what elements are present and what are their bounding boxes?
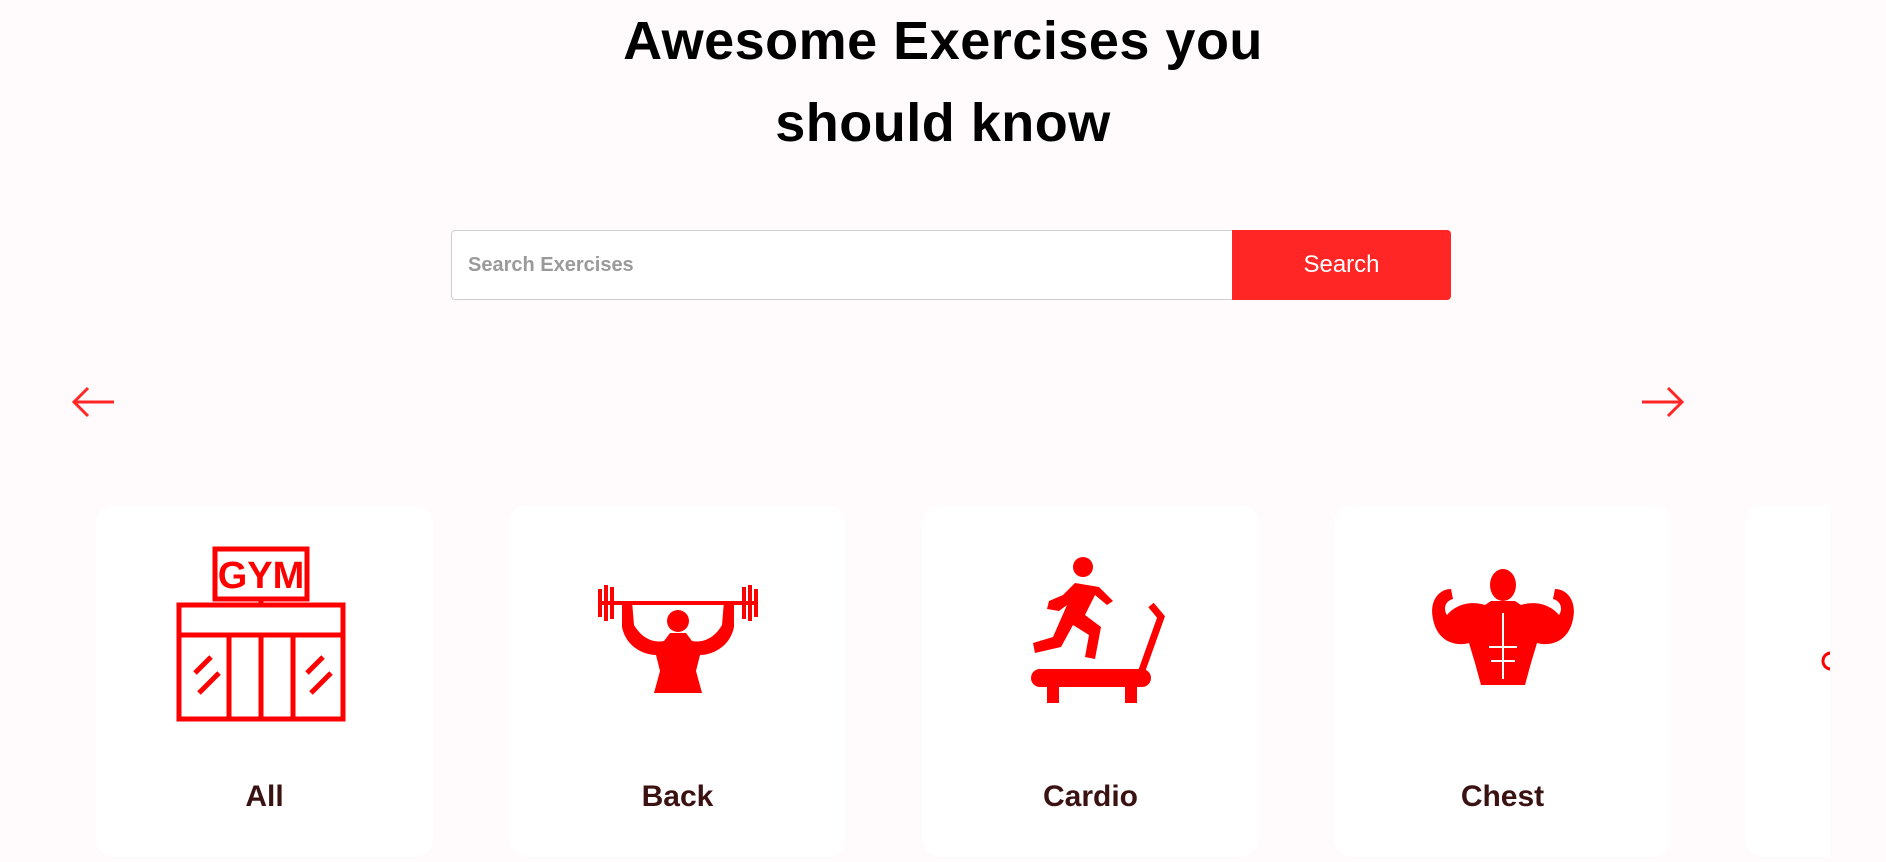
- page-title-line-2: should know: [775, 93, 1111, 153]
- body-part-carousel: GYM All Back Cardio Chest: [0, 505, 1830, 862]
- bodybuilder-flex-icon: [1431, 569, 1574, 685]
- page-title-line-1: Awesome Exercises you: [623, 11, 1263, 71]
- partial-body-part-icon: [1821, 651, 1830, 671]
- arrow-right-icon: [1642, 386, 1685, 418]
- search-input[interactable]: [451, 230, 1232, 300]
- carousel-next-button[interactable]: [1636, 382, 1686, 422]
- body-part-card-back[interactable]: Back: [509, 505, 846, 857]
- body-part-card-partial[interactable]: [1745, 505, 1830, 857]
- search-bar: Search: [451, 230, 1451, 300]
- gym-building-icon: GYM: [176, 546, 345, 722]
- search-button[interactable]: Search: [1232, 230, 1451, 300]
- weightlifter-icon: [597, 585, 758, 693]
- body-part-label: Chest: [1460, 780, 1545, 813]
- arrow-left-icon: [71, 386, 114, 418]
- body-part-label: Back: [641, 780, 714, 813]
- svg-text:GYM: GYM: [217, 555, 304, 597]
- body-part-card-all[interactable]: GYM All: [96, 505, 433, 857]
- body-part-label: All: [245, 780, 284, 813]
- treadmill-runner-icon: [1030, 557, 1165, 703]
- carousel-prev-button[interactable]: [70, 382, 120, 422]
- page-title: Awesome Exercises you should know: [0, 0, 1886, 164]
- body-part-label: Cardio: [1042, 780, 1138, 813]
- body-part-card-cardio[interactable]: Cardio: [922, 505, 1259, 857]
- body-part-card-chest[interactable]: Chest: [1334, 505, 1671, 857]
